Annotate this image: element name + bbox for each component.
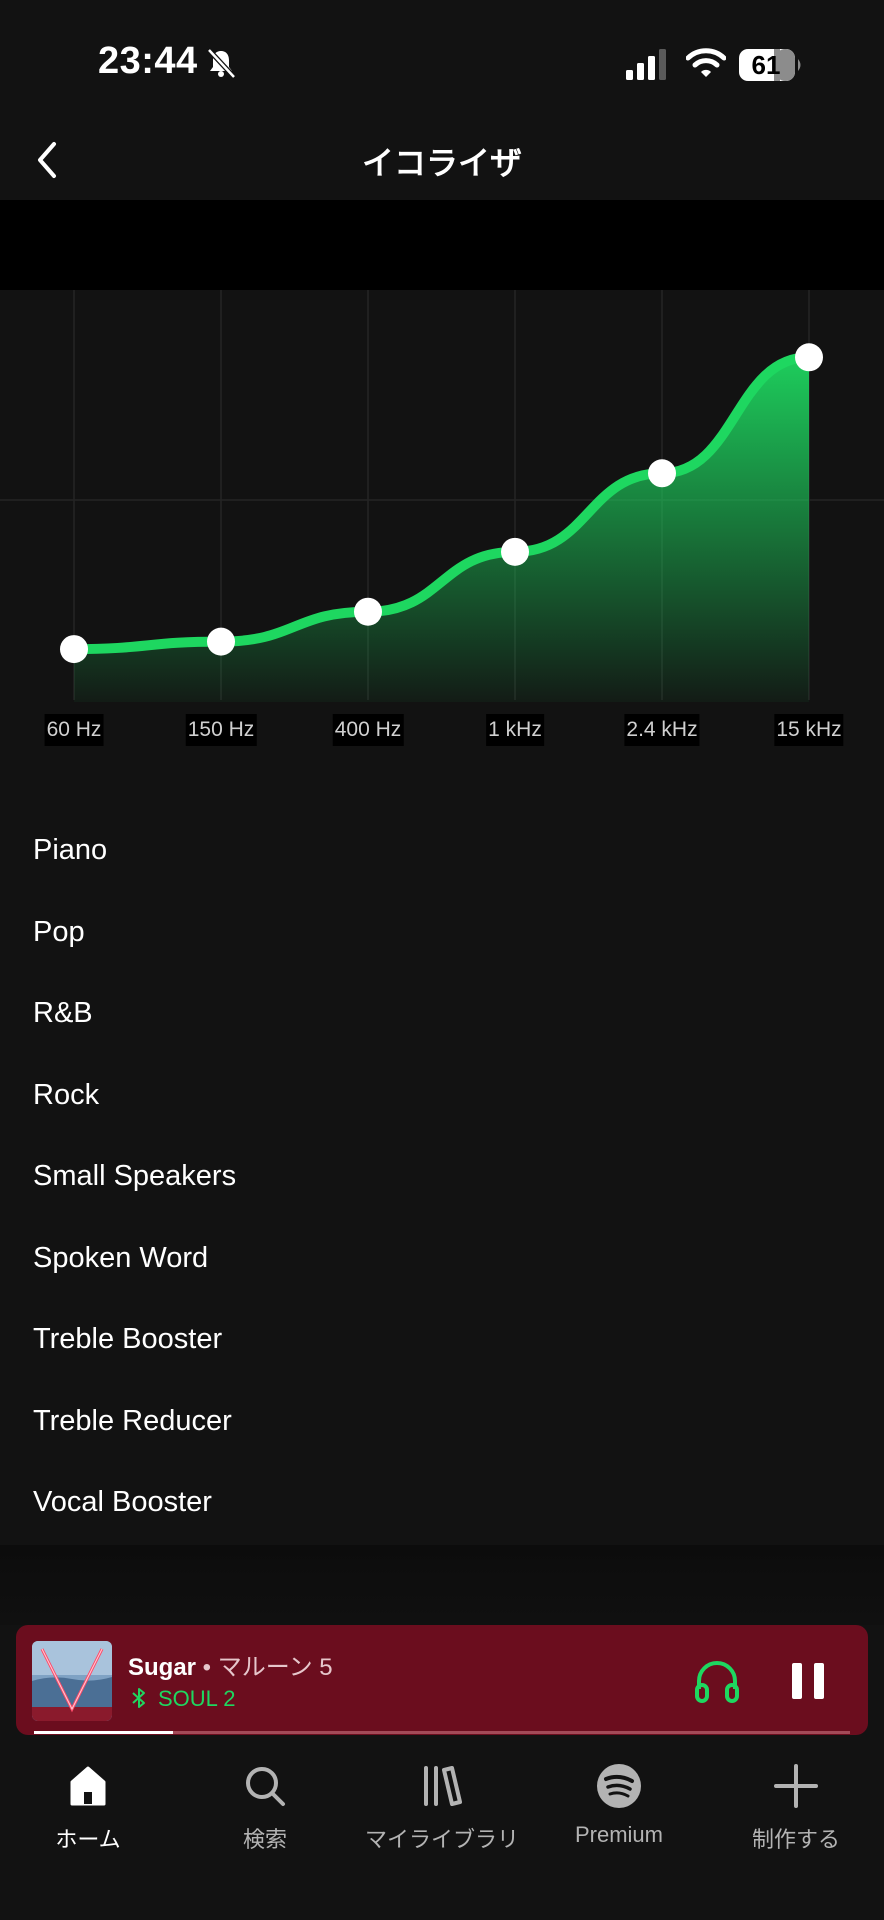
- nav-library-label: マイライブラリ: [364, 1827, 519, 1852]
- library-icon: [424, 1766, 462, 1806]
- clock: 23:44: [98, 40, 198, 82]
- eq-band-handle-0[interactable]: [60, 635, 88, 664]
- wifi-icon: [686, 48, 726, 77]
- preset-spoken-word[interactable]: Spoken Word: [0, 1218, 884, 1300]
- preset-piano[interactable]: Piano: [0, 810, 884, 892]
- playback-progress-fill: [34, 1731, 173, 1734]
- nav-home-label: ホーム: [55, 1827, 121, 1852]
- nav-create-label: 制作する: [751, 1827, 840, 1852]
- band-label-400hz: 400 Hz: [332, 714, 404, 746]
- nav-library[interactable]: マイライブラリ: [354, 1762, 530, 1854]
- eq-band-handle-5[interactable]: [795, 343, 823, 372]
- preset-list: Piano Pop R&B Rock Small Speakers Spoken…: [0, 810, 884, 1544]
- header: イコライザ: [0, 120, 884, 200]
- headphones-icon[interactable]: [692, 1655, 742, 1705]
- album-art[interactable]: [32, 1641, 112, 1721]
- nav-search-label: 検索: [242, 1827, 287, 1852]
- band-label-150hz: 150 Hz: [185, 714, 257, 746]
- page-title: イコライザ: [361, 145, 522, 181]
- eq-band-handle-3[interactable]: [501, 537, 529, 566]
- preset-treble-reducer[interactable]: Treble Reducer: [0, 1381, 884, 1463]
- eq-band-handle-4[interactable]: [648, 459, 676, 488]
- eq-band-handle-1[interactable]: [207, 627, 235, 656]
- connected-device[interactable]: SOUL 2: [130, 1685, 235, 1713]
- list-bottom-fade: [0, 1545, 884, 1625]
- preset-treble-booster[interactable]: Treble Booster: [0, 1299, 884, 1381]
- band-label-15khz: 15 kHz: [774, 714, 844, 746]
- band-label-2-4khz: 2.4 kHz: [624, 714, 700, 746]
- preset-rnb[interactable]: R&B: [0, 973, 884, 1055]
- equalizer-curve[interactable]: [0, 290, 884, 760]
- spotify-icon: [597, 1764, 641, 1808]
- nav-create[interactable]: 制作する: [708, 1762, 884, 1854]
- status-bar: 23:44 61: [0, 0, 884, 120]
- track-separator: •: [196, 1654, 218, 1681]
- nav-premium-label: Premium: [574, 1822, 663, 1847]
- search-icon: [246, 1767, 285, 1806]
- playback-progress[interactable]: [34, 1731, 850, 1734]
- nav-home[interactable]: ホーム: [0, 1762, 176, 1854]
- pause-icon[interactable]: [788, 1659, 828, 1703]
- mini-player[interactable]: Sugar • マルーン 5 SOUL 2: [16, 1625, 868, 1735]
- cellular-signal-icon: [626, 49, 666, 80]
- preset-vocal-booster[interactable]: Vocal Booster: [0, 1462, 884, 1544]
- track-artist: マルーン 5: [217, 1654, 333, 1681]
- preset-rock[interactable]: Rock: [0, 1055, 884, 1137]
- battery-level: 61: [751, 50, 781, 80]
- eq-band-handle-2[interactable]: [354, 597, 382, 626]
- nav-premium[interactable]: Premium: [531, 1762, 707, 1848]
- device-name: SOUL 2: [158, 1686, 236, 1711]
- track-title: Sugar: [128, 1654, 197, 1681]
- bottom-navigation: ホーム 検索 マイライブラリ Premium 制作する: [0, 1740, 884, 1920]
- plus-icon: [774, 1764, 818, 1808]
- band-label-1khz: 1 kHz: [486, 714, 544, 746]
- battery-indicator: 61: [738, 48, 804, 82]
- eq-top-band: [0, 200, 884, 290]
- equalizer-area: [74, 357, 809, 702]
- nav-search[interactable]: 検索: [177, 1762, 353, 1854]
- equalizer-graph[interactable]: 60 Hz 150 Hz 400 Hz 1 kHz 2.4 kHz 15 kHz: [0, 290, 884, 760]
- preset-pop[interactable]: Pop: [0, 892, 884, 974]
- bluetooth-icon: [132, 1688, 145, 1708]
- silent-bell-icon: [207, 48, 236, 79]
- preset-small-speakers[interactable]: Small Speakers: [0, 1136, 884, 1218]
- home-icon: [70, 1766, 106, 1806]
- band-label-60hz: 60 Hz: [44, 714, 104, 746]
- track-info: Sugar • マルーン 5: [128, 1647, 333, 1682]
